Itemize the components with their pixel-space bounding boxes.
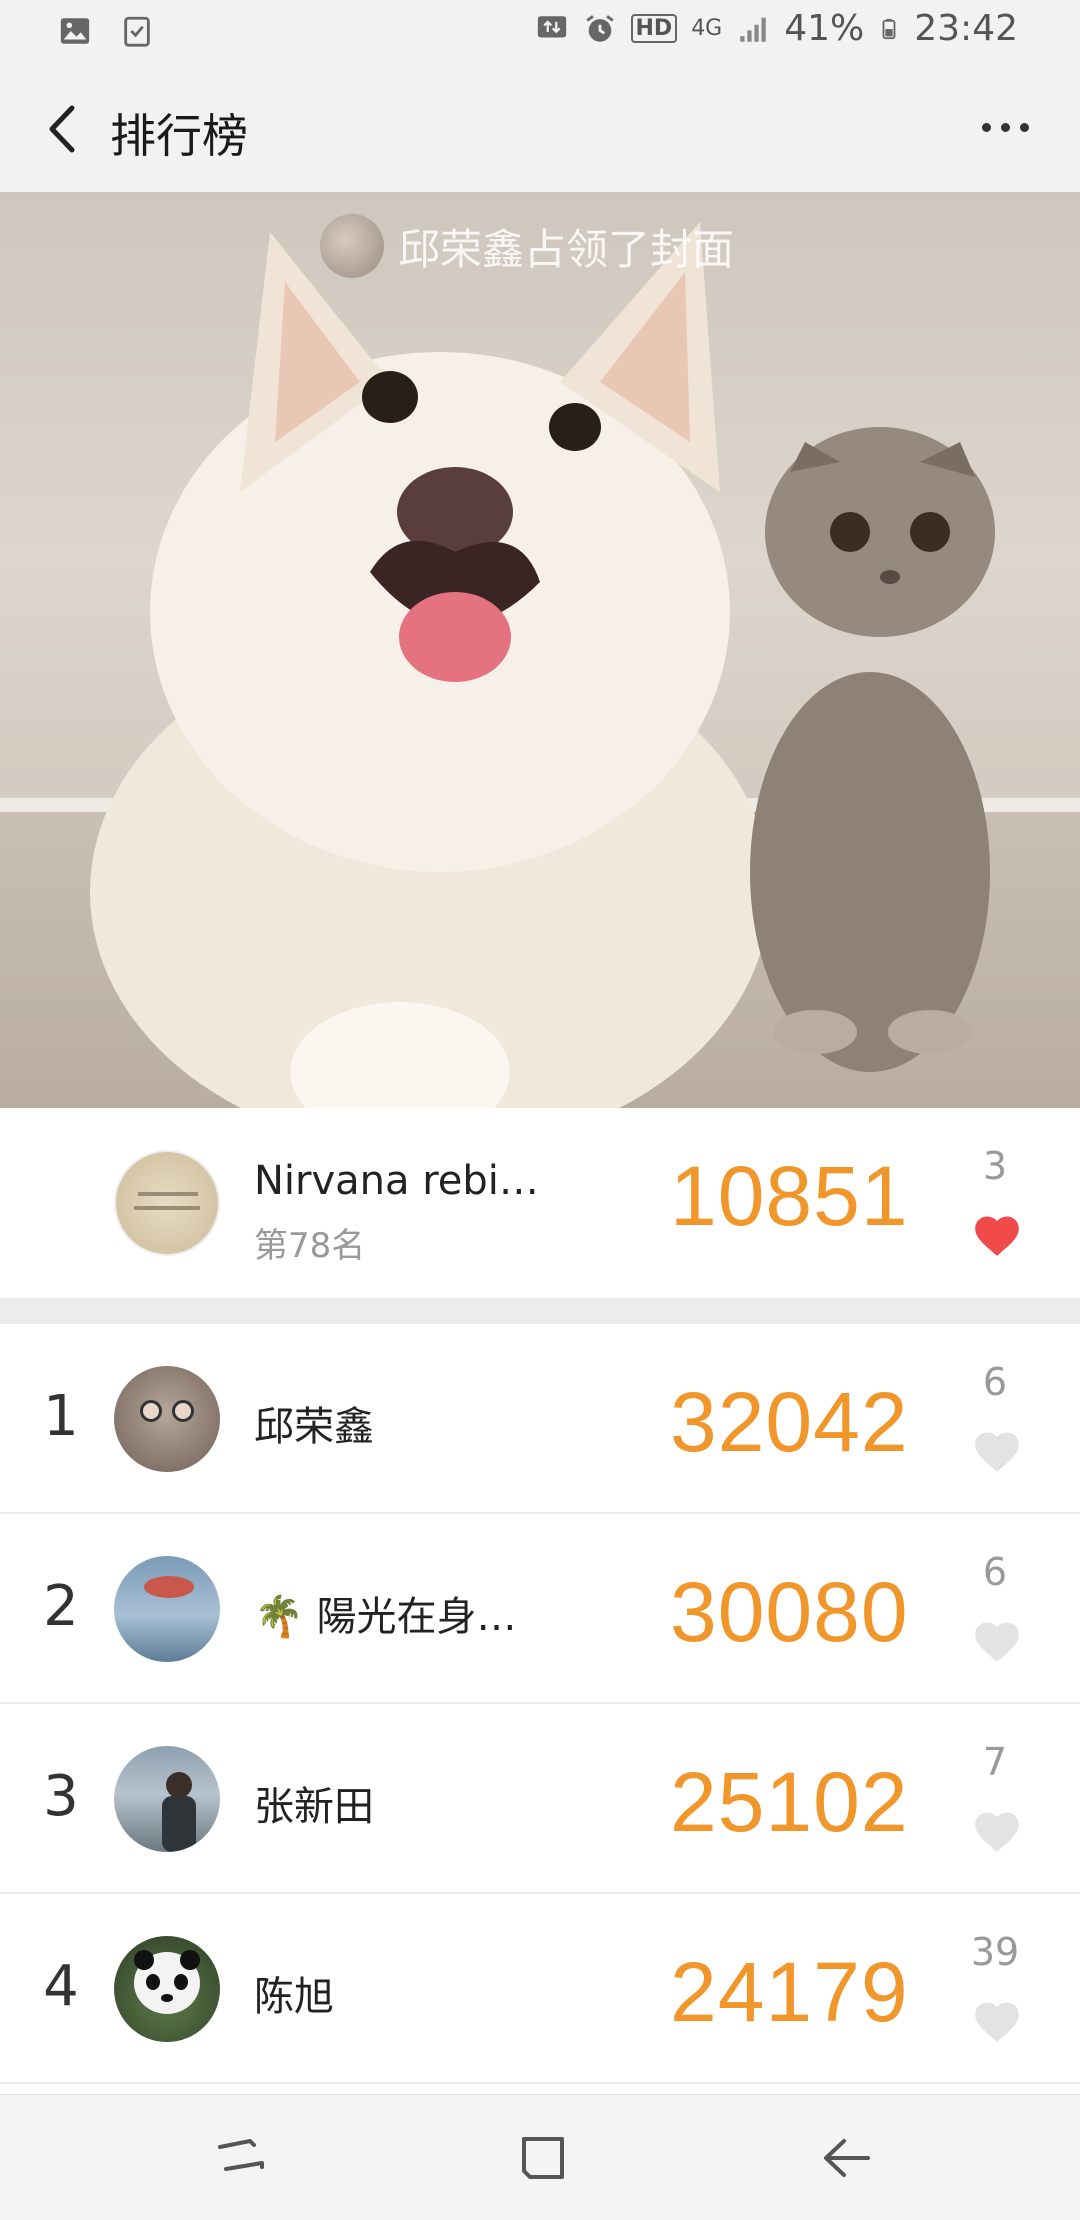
step-count: 25102 (670, 1755, 909, 1849)
system-nav-bar (0, 2094, 1080, 2220)
step-count: 24179 (670, 1945, 909, 2039)
avatar[interactable] (114, 1366, 220, 1472)
heart-icon[interactable] (970, 1806, 1024, 1854)
rank-number: 1 (43, 1384, 79, 1449)
cover-caption-text: 邱荣鑫占领了封面 (398, 224, 735, 274)
heart-icon[interactable] (970, 1616, 1024, 1664)
data-transfer-icon (537, 15, 566, 37)
heart-icon[interactable] (970, 1210, 1024, 1258)
cover-image[interactable]: 邱荣鑫占领了封面 (0, 192, 1080, 1108)
my-rank-row[interactable]: Nirvana rebi… 第78名 10851 3 (0, 1108, 1080, 1298)
alarm-icon (585, 14, 614, 42)
user-name: 🌴 陽光在身… (254, 1594, 517, 1640)
hd-badge: HD (630, 14, 678, 43)
my-rank-text: 第78名 (254, 1226, 366, 1266)
dot-icon (1019, 122, 1029, 132)
status-bar: HD 4G 41% 23:42 (0, 0, 1080, 64)
heart-icon[interactable] (970, 1426, 1024, 1474)
gallery-icon (60, 18, 90, 44)
app-header: 排行榜 (0, 64, 1080, 192)
back-icon[interactable] (812, 2125, 882, 2191)
avatar[interactable] (114, 1746, 220, 1852)
recent-apps-icon[interactable] (206, 2125, 276, 2191)
battery-icon (882, 18, 896, 39)
user-name: 邱荣鑫 (254, 1404, 374, 1450)
like-count: 39 (970, 1930, 1020, 1974)
more-options-button[interactable] (970, 102, 1040, 152)
like-count: 6 (982, 1360, 1008, 1404)
rank-number: 4 (43, 1954, 79, 2019)
clock: 23:42 (914, 8, 1018, 49)
signal-icon (740, 17, 766, 42)
dot-icon (981, 122, 991, 132)
page-title: 排行榜 (110, 109, 248, 163)
dog-and-cat-photo (90, 222, 995, 1108)
like-count: 6 (982, 1550, 1008, 1594)
avatar (320, 214, 384, 278)
table-row[interactable]: 4 陈旭 24179 39 (0, 1894, 1080, 2084)
user-name: 陈旭 (254, 1974, 334, 2020)
dot-icon (1000, 122, 1010, 132)
rank-number: 2 (43, 1574, 79, 1639)
step-count: 10851 (670, 1149, 909, 1243)
avatar[interactable] (114, 1556, 220, 1662)
rank-number: 3 (43, 1764, 79, 1829)
network-type: 4G (691, 16, 723, 41)
cover-caption: 邱荣鑫占领了封面 (320, 214, 734, 278)
avatar[interactable] (114, 1150, 220, 1256)
like-count: 7 (982, 1740, 1008, 1784)
heart-icon[interactable] (970, 1996, 1024, 2044)
step-count: 32042 (670, 1375, 909, 1469)
table-row[interactable]: 2 🌴 陽光在身… 30080 6 (0, 1514, 1080, 1704)
home-icon[interactable] (508, 2125, 578, 2191)
user-name: Nirvana rebi… (254, 1158, 539, 1204)
table-row[interactable]: 3 张新田 25102 7 (0, 1704, 1080, 1894)
user-name: 张新田 (254, 1784, 374, 1830)
section-divider (0, 1298, 1080, 1324)
avatar[interactable] (114, 1936, 220, 2042)
task-check-icon (124, 16, 150, 47)
like-count: 3 (982, 1144, 1008, 1188)
table-row[interactable]: 1 邱荣鑫 32042 6 (0, 1324, 1080, 1514)
battery-percent: 41% (784, 8, 865, 49)
back-arrow-icon[interactable] (28, 94, 98, 164)
step-count: 30080 (670, 1565, 909, 1659)
